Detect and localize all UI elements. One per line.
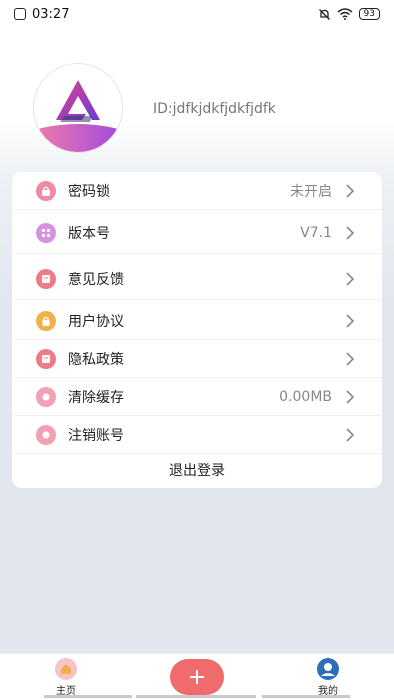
user-id: ID:jdfkjdkfjdkfjdfk	[153, 101, 276, 117]
chevron-right-icon	[346, 313, 356, 328]
settings-card: 密码锁 未开启 版本号 V7.1 意见反馈 用户协议 隐私政策 清除缓存 0.0…	[12, 172, 382, 488]
settings-row-value: V7.1	[300, 224, 332, 241]
plus-icon	[190, 670, 204, 684]
lock-icon	[36, 180, 56, 201]
battery-indicator: 93	[358, 8, 380, 20]
logout-button[interactable]: 退出登录	[12, 454, 382, 488]
chevron-right-icon	[346, 351, 356, 366]
home-indicator	[44, 695, 132, 698]
settings-row-feedback[interactable]: 意见反馈	[12, 258, 382, 300]
profile-icon	[317, 658, 339, 680]
chevron-right-icon	[346, 389, 356, 404]
chevron-right-icon	[346, 271, 356, 286]
nav-item-mine[interactable]: 我的	[303, 658, 353, 697]
status-left: 03:27	[14, 7, 69, 22]
add-button[interactable]	[170, 659, 224, 695]
delete-account-icon	[36, 424, 56, 445]
settings-row-label: 注销账号	[68, 427, 124, 444]
feedback-icon	[36, 268, 56, 289]
status-right: 93	[318, 8, 380, 21]
chevron-right-icon	[346, 183, 356, 198]
status-bar: 03:27 93	[0, 0, 394, 28]
chevron-right-icon	[346, 225, 356, 240]
home-indicator	[262, 695, 350, 698]
settings-row-label: 用户协议	[68, 313, 124, 330]
privacy-icon	[36, 348, 56, 369]
wifi-icon	[337, 8, 353, 20]
settings-row-label: 清除缓存	[68, 389, 124, 406]
settings-row-clear-cache[interactable]: 清除缓存 0.00MB	[12, 378, 382, 416]
settings-row-user-agreement[interactable]: 用户协议	[12, 302, 382, 340]
chevron-right-icon	[346, 427, 356, 442]
settings-row-privacy-policy[interactable]: 隐私政策	[12, 340, 382, 378]
home-indicator	[136, 695, 256, 698]
status-time: 03:27	[32, 6, 70, 22]
settings-row-password-lock[interactable]: 密码锁 未开启	[12, 172, 382, 210]
mute-icon	[318, 8, 331, 21]
settings-row-label: 密码锁	[68, 183, 110, 200]
agreement-icon	[36, 310, 56, 331]
settings-row-value: 未开启	[290, 183, 332, 200]
notification-square-icon	[14, 8, 26, 20]
nav-item-home[interactable]: 主页	[41, 658, 91, 697]
avatar[interactable]	[34, 64, 122, 152]
settings-row-label: 意见反馈	[68, 271, 124, 288]
settings-row-label: 隐私政策	[68, 351, 124, 368]
version-icon	[36, 222, 56, 243]
settings-row-label: 版本号	[68, 225, 110, 242]
settings-row-version[interactable]: 版本号 V7.1	[12, 212, 382, 254]
clear-cache-icon	[36, 386, 56, 407]
app-logo-icon	[34, 80, 122, 152]
settings-row-value: 0.00MB	[279, 388, 332, 405]
home-icon	[55, 658, 77, 680]
settings-row-delete-account[interactable]: 注销账号	[12, 416, 382, 454]
